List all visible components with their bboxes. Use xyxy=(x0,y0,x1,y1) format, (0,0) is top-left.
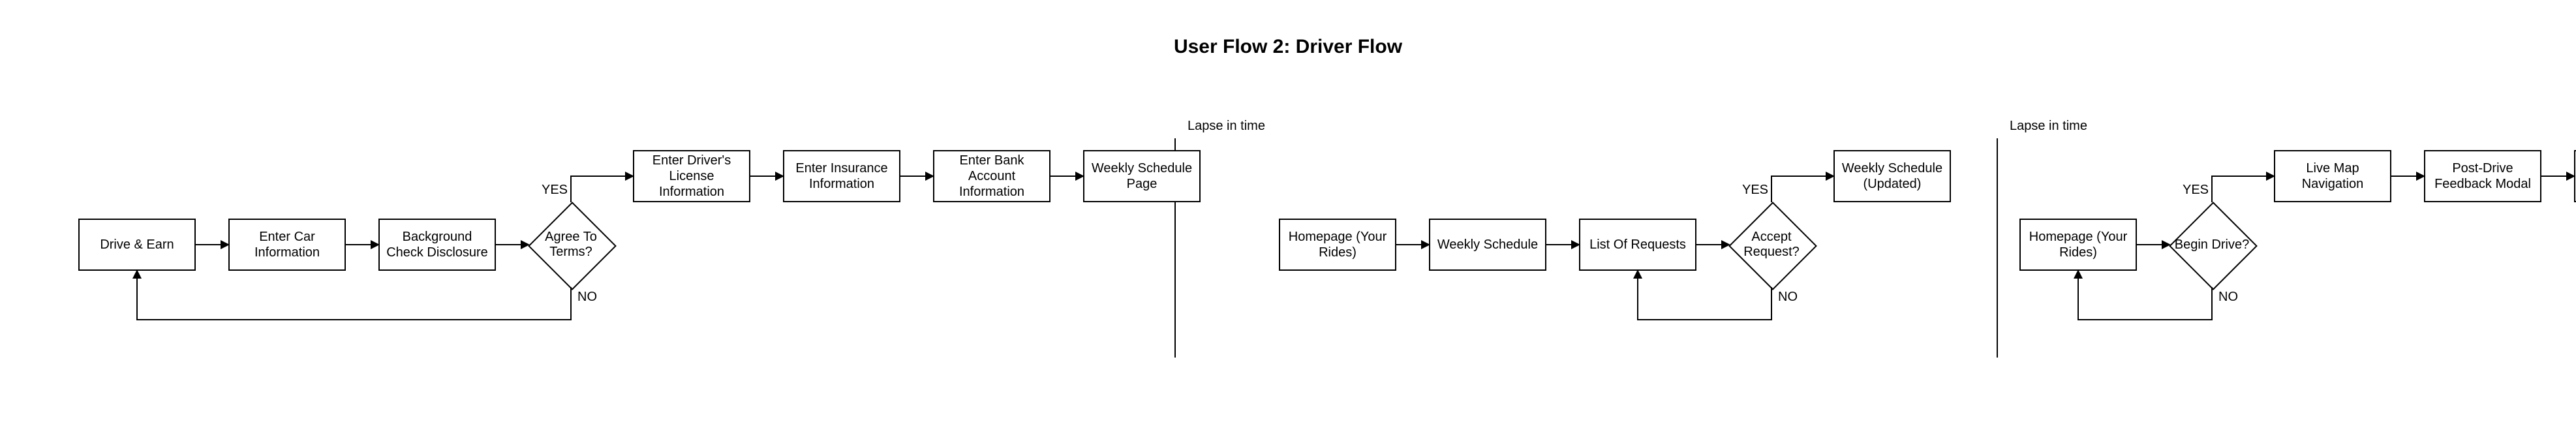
node-requests: List Of Requests xyxy=(1579,219,1696,271)
edge xyxy=(2211,287,2213,320)
node-begin-drive: Begin Drive? xyxy=(2170,202,2254,287)
edge xyxy=(1638,319,1772,320)
label-yes-3: YES xyxy=(2183,183,2209,198)
edge xyxy=(2211,176,2274,177)
divider-2 xyxy=(1997,138,1998,358)
edge xyxy=(1396,244,1429,245)
edge xyxy=(1050,176,1083,177)
edge xyxy=(196,244,228,245)
edge xyxy=(1696,244,1729,245)
node-accept-request: Accept Request? xyxy=(1729,202,1814,287)
edge xyxy=(570,287,572,320)
node-live-map: Live Map Navigation xyxy=(2274,150,2391,202)
node-feedback: Post-Drive Feedback Modal xyxy=(2424,150,2541,202)
edge xyxy=(2137,244,2170,245)
edge xyxy=(750,176,783,177)
edge xyxy=(496,244,529,245)
edge xyxy=(1637,271,1638,320)
node-bg-check: Background Check Disclosure xyxy=(378,219,496,271)
edge xyxy=(570,176,572,202)
node-homepage-2: Homepage (Your Rides) xyxy=(1279,219,1396,271)
edge xyxy=(1771,287,1772,320)
edge xyxy=(137,319,572,320)
label-no-3: NO xyxy=(2218,290,2238,305)
node-drive-earn: Drive & Earn xyxy=(78,219,196,271)
diagram-title: User Flow 2: Driver Flow xyxy=(0,36,2576,58)
edge xyxy=(2541,176,2574,177)
node-insurance-info: Enter Insurance Information xyxy=(783,150,900,202)
label-yes-1: YES xyxy=(542,183,568,198)
edge xyxy=(346,244,378,245)
label-no-1: NO xyxy=(577,290,597,305)
label-no-2: NO xyxy=(1778,290,1798,305)
node-car-info: Enter Car Information xyxy=(228,219,346,271)
edge xyxy=(2211,176,2213,202)
edge xyxy=(136,271,138,320)
edge xyxy=(2078,271,2079,320)
node-agree-terms: Agree To Terms? xyxy=(529,202,613,287)
edge xyxy=(2391,176,2424,177)
edge xyxy=(900,176,933,177)
flow-diagram: User Flow 2: Driver Flow Lapse in time L… xyxy=(0,0,2576,428)
label-yes-2: YES xyxy=(1742,183,1768,198)
section-3-label: Lapse in time xyxy=(2010,119,2087,134)
node-homepage-3: Homepage (Your Rides) xyxy=(2019,219,2137,271)
edge xyxy=(1546,244,1579,245)
node-bank-info: Enter Bank Account Information xyxy=(933,150,1050,202)
node-weekly-schedule: Weekly Schedule xyxy=(1429,219,1546,271)
node-schedule-page: Weekly Schedule Page xyxy=(1083,150,1201,202)
edge xyxy=(1771,176,1772,202)
section-2-label: Lapse in time xyxy=(1188,119,1265,134)
node-schedule-updated: Weekly Schedule (Updated) xyxy=(1833,150,1951,202)
edge xyxy=(570,176,633,177)
node-license-info: Enter Driver's License Information xyxy=(633,150,750,202)
edge xyxy=(2078,319,2213,320)
edge xyxy=(1771,176,1833,177)
